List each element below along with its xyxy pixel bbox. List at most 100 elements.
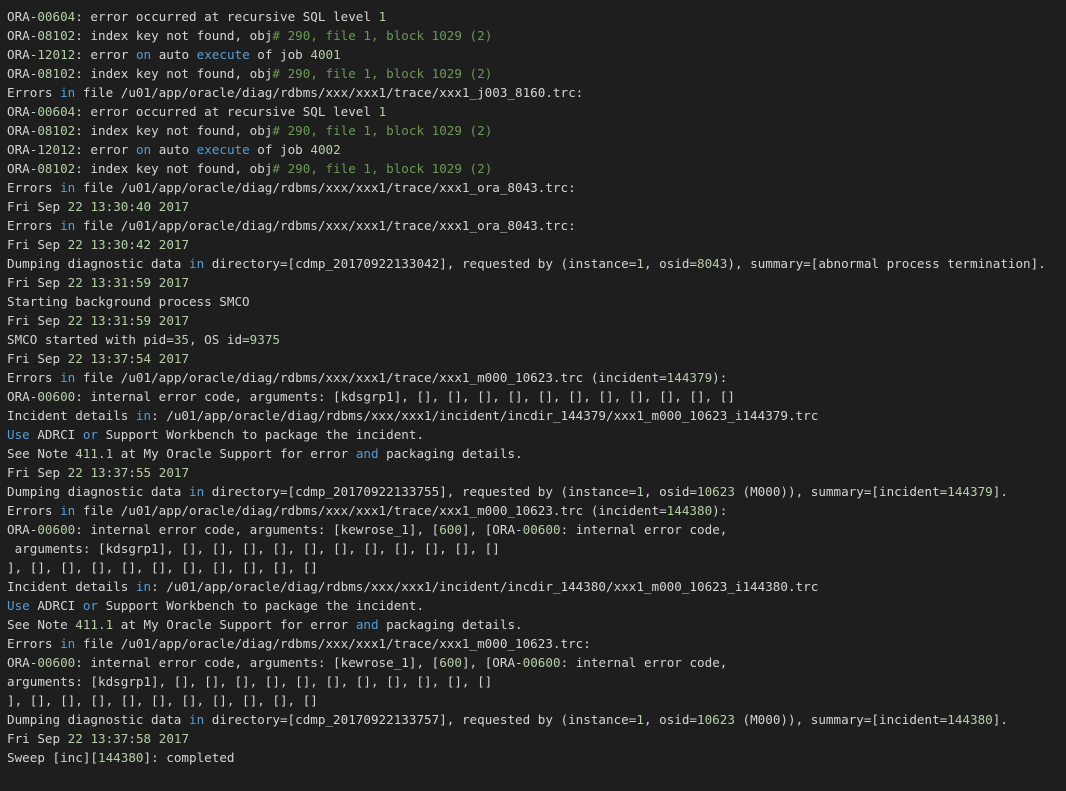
log-number: 2017 (158, 313, 190, 328)
log-number: 600 (439, 655, 462, 670)
log-number: 22 (67, 237, 83, 252)
log-line: Fri Sep 22 13:37:54 2017 (7, 349, 1066, 368)
log-text: file /u01/app/oracle/diag/rdbms/xxx/xxx1… (75, 180, 576, 195)
log-text: : /u01/app/oracle/diag/rdbms/xxx/xxx1/in… (151, 408, 819, 423)
log-line: Fri Sep 22 13:31:59 2017 (7, 273, 1066, 292)
log-number: 58 (135, 731, 152, 746)
log-text: : error occurred at recursive SQL level (75, 104, 379, 119)
log-text: ], [ORA- (461, 522, 523, 537)
log-number: 144379 (947, 484, 993, 499)
log-keyword: in (60, 218, 76, 233)
log-number: 00600 (37, 389, 76, 404)
log-text: : index key not found, obj (75, 66, 273, 81)
log-text: : internal error code, arguments: [kewro… (75, 655, 440, 670)
log-keyword: or (82, 598, 98, 613)
log-text: : (128, 237, 136, 252)
log-text: SMCO started with pid= (7, 332, 174, 347)
log-keyword: on (135, 142, 152, 157)
log-number: 144380 (666, 503, 713, 518)
log-number: 13 (90, 351, 106, 366)
log-number: 2017 (158, 199, 190, 214)
log-number: 31 (113, 275, 129, 290)
log-text: : index key not found, obj (75, 123, 273, 138)
log-text: ORA- (7, 66, 38, 81)
log-text: ]: completed (143, 750, 235, 765)
log-number: 08102 (37, 123, 76, 138)
log-number: 59 (135, 313, 152, 328)
log-number: 1 (636, 484, 644, 499)
log-number: 00604 (37, 9, 76, 24)
log-text: ADRCI (29, 598, 83, 613)
log-text: Errors (7, 370, 61, 385)
log-keyword: and (355, 446, 379, 461)
log-number: 1 (378, 104, 387, 119)
log-line: Dumping diagnostic data in directory=[cd… (7, 254, 1066, 273)
log-text: Dumping diagnostic data (7, 712, 189, 727)
log-text: ], [], [], [], [], [], [], [], [], [], [… (7, 693, 318, 708)
log-line: Incident details in: /u01/app/oracle/dia… (7, 406, 1066, 425)
log-text: : (128, 351, 136, 366)
log-text: : error (75, 142, 136, 157)
log-text: , osid= (643, 484, 698, 499)
log-line: Fri Sep 22 13:37:55 2017 (7, 463, 1066, 482)
log-number: 13 (90, 275, 106, 290)
log-line: Errors in file /u01/app/oracle/diag/rdbm… (7, 216, 1066, 235)
log-text: Fri Sep (7, 313, 68, 328)
log-line: Use ADRCI or Support Workbench to packag… (7, 425, 1066, 444)
log-text: : (128, 465, 136, 480)
log-text: Fri Sep (7, 275, 68, 290)
log-keyword: or (82, 427, 98, 442)
log-number: 2017 (158, 351, 190, 366)
log-number: 54 (135, 351, 152, 366)
log-text-view[interactable]: ORA-00604: error occurred at recursive S… (0, 0, 1066, 791)
log-text: at My Oracle Support for error (113, 446, 356, 461)
log-text: : internal error code, (560, 655, 728, 670)
log-number: 22 (67, 731, 83, 746)
log-keyword: in (188, 484, 205, 499)
log-text: file /u01/app/oracle/diag/rdbms/xxx/xxx1… (75, 85, 584, 100)
log-text: ORA- (7, 9, 38, 24)
log-line: arguments: [kdsgrp1], [], [], [], [], []… (7, 672, 1066, 691)
log-text: : (128, 275, 136, 290)
log-text: ORA- (7, 123, 38, 138)
log-number: 08102 (37, 28, 76, 43)
log-line: Sweep [inc][144380]: completed (7, 748, 1066, 767)
log-text: : (128, 199, 136, 214)
log-keyword: in (60, 180, 76, 195)
log-text: packaging details. (378, 617, 523, 632)
log-number: 13 (90, 199, 106, 214)
log-text: See Note (7, 617, 76, 632)
log-text: arguments: [kdsgrp1], [], [], [], [], []… (7, 541, 500, 556)
log-number: 13 (90, 731, 106, 746)
log-text: file /u01/app/oracle/diag/rdbms/xxx/xxx1… (75, 503, 667, 518)
log-text: : index key not found, obj (75, 161, 273, 176)
log-line: Errors in file /u01/app/oracle/diag/rdbm… (7, 501, 1066, 520)
log-line: Dumping diagnostic data in directory=[cd… (7, 710, 1066, 729)
log-keyword: in (60, 636, 76, 651)
log-number: 13 (90, 237, 106, 252)
log-number: 411.1 (75, 617, 114, 632)
log-text: Dumping diagnostic data (7, 484, 189, 499)
log-text: ), summary=[abnormal process termination… (727, 256, 1046, 271)
log-text: auto (151, 47, 197, 62)
log-number: 30 (113, 199, 129, 214)
log-number: 144380 (947, 712, 993, 727)
log-text: Incident details (7, 579, 136, 594)
log-text: ORA- (7, 389, 38, 404)
log-line: arguments: [kdsgrp1], [], [], [], [], []… (7, 539, 1066, 558)
log-line: ORA-08102: index key not found, obj# 290… (7, 64, 1066, 83)
log-text: ORA- (7, 47, 38, 62)
log-line: Fri Sep 22 13:30:42 2017 (7, 235, 1066, 254)
log-text: (M000)), summary=[incident= (734, 712, 948, 727)
log-line: ORA-08102: index key not found, obj# 290… (7, 121, 1066, 140)
log-number: 411.1 (75, 446, 114, 461)
log-line: See Note 411.1 at My Oracle Support for … (7, 444, 1066, 463)
log-number: 2017 (158, 731, 190, 746)
log-number: 144379 (666, 370, 713, 385)
log-line: Starting background process SMCO (7, 292, 1066, 311)
log-keyword: in (135, 408, 152, 423)
log-text: : internal error code, arguments: [kdsgr… (75, 389, 735, 404)
log-line: Fri Sep 22 13:31:59 2017 (7, 311, 1066, 330)
log-text: Incident details (7, 408, 136, 423)
log-keyword: in (60, 85, 76, 100)
